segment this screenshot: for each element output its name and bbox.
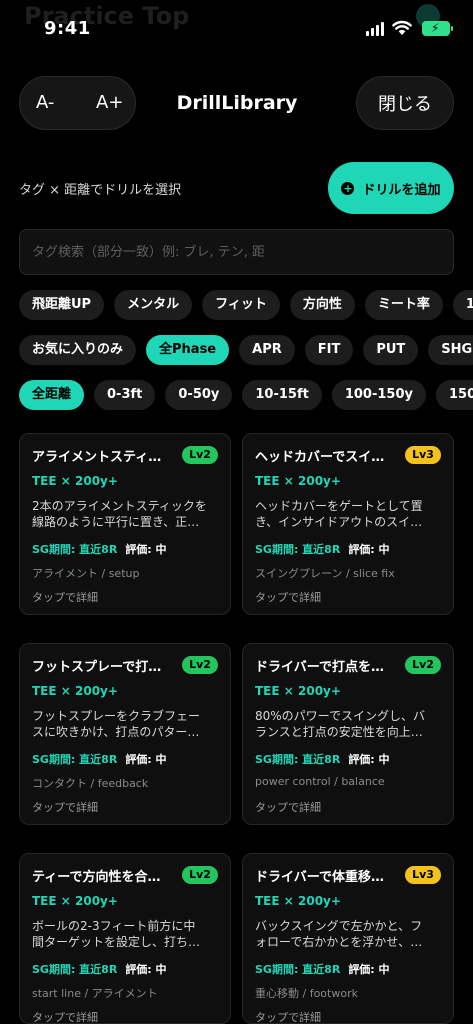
rating: 評価: 中 [125,963,167,976]
chip-distance[interactable]: 100-150y [331,380,426,410]
drill-tags: power control / balance [255,775,385,788]
chip-distance[interactable]: 0-3ft [94,380,156,410]
battery-charging-icon: ⚡ [422,21,453,36]
subtitle: タグ × 距離でドリルを選択 [19,183,182,198]
drill-title: ティーで方向性を合… [32,870,161,885]
drill-description: バックスイングで左かかと、フ ォローで右かかとを浮かせ、… [255,919,423,949]
level-badge: Lv2 [182,446,218,464]
drill-description: 2本のアライメントスティックを 線路のように平行に置き、正… [32,499,207,529]
chip-phase[interactable]: APR [239,335,295,365]
level-badge: Lv3 [405,446,441,464]
drill-tags: start line / アライメント [32,987,158,1000]
chip-phase[interactable]: PUT [363,335,419,365]
drill-card[interactable]: ドライバーで体重移… Lv3 TEE × 200y+ バックスイングで左かかと、… [242,853,454,1024]
drill-title: ドライバーで体重移… [255,870,384,885]
chip-favorites-only[interactable]: お気に入りのみ [19,335,137,365]
drill-title: フットスプレーで打… [32,660,162,675]
drill-card[interactable]: ドライバーで打点を… Lv2 TEE × 200y+ 80%のパワーでスイングし… [242,643,454,825]
tap-for-details: タップで詳細 [255,591,321,604]
drill-tee: TEE × 200y+ [32,474,118,488]
sg-period: SG期間: 直近8R [32,543,118,556]
tag-filter-row: 飛距離UP メンタル フィット 方向性 ミート率 1 [19,290,473,322]
add-drill-label: ドリルを追加 [362,182,441,198]
chip-phase[interactable]: FIT [304,335,354,365]
drill-tee: TEE × 200y+ [255,684,341,698]
tag-search-input[interactable] [19,229,454,275]
drill-title: ドライバーで打点を… [255,660,384,675]
cellular-signal-icon [366,22,384,36]
drill-tee: TEE × 200y+ [255,474,341,488]
chip-tag[interactable]: 方向性 [289,290,355,320]
chip-tag[interactable]: フィット [202,290,280,320]
tap-for-details: タップで詳細 [32,801,98,814]
drill-card[interactable]: フットスプレーで打… Lv2 TEE × 200y+ フットスプレーをクラブフェ… [19,643,231,825]
status-time: 9:41 [44,18,91,39]
distance-filter-row: 全距離 0-3ft 0-50y 10-15ft 100-150y 150- [19,380,473,412]
drill-tee: TEE × 200y+ [32,894,118,908]
drill-tee: TEE × 200y+ [255,894,341,908]
chip-tag[interactable]: メンタル [114,290,193,320]
drill-tags: コンタクト / feedback [32,777,149,790]
chip-phase[interactable]: SHG [428,335,473,365]
rating: 評価: 中 [348,963,390,976]
font-decrease-button[interactable]: A- [36,92,54,113]
level-badge: Lv2 [182,656,218,674]
drill-title: アライメントスティ… [32,450,162,465]
font-increase-button[interactable]: A+ [96,92,123,113]
drill-sg-info: SG期間: 直近8R 評価: 中 [255,541,390,557]
sg-period: SG期間: 直近8R [255,753,341,766]
status-bar: Practice Top 9:41 ⚡ [0,0,473,60]
chip-tag[interactable]: 1 [452,290,473,320]
font-size-controls: A- A+ [19,76,136,130]
page-title: DrillLibrary [176,92,298,114]
drill-tags: スイングプレーン / slice fix [255,567,395,580]
sg-period: SG期間: 直近8R [32,963,118,976]
chip-phase-all[interactable]: 全Phase [146,335,230,365]
level-badge: Lv2 [405,656,441,674]
close-button[interactable]: 閉じる [356,76,454,130]
tap-for-details: タップで詳細 [32,1011,98,1024]
wifi-icon [392,20,412,35]
chip-distance-all[interactable]: 全距離 [19,380,85,410]
chip-tag[interactable]: ミート率 [364,290,443,320]
drill-tags: 重心移動 / footwork [255,987,358,1000]
drill-card[interactable]: ティーで方向性を合… Lv2 TEE × 200y+ ボールの2-3フィート前方… [19,853,231,1024]
chip-distance[interactable]: 10-15ft [242,380,322,410]
chip-distance[interactable]: 150- [436,380,473,410]
tap-for-details: タップで詳細 [255,801,321,814]
drill-sg-info: SG期間: 直近8R 評価: 中 [32,541,167,557]
drill-sg-info: SG期間: 直近8R 評価: 中 [32,961,167,977]
drill-title: ヘッドカバーでスイ… [255,450,385,465]
rating: 評価: 中 [348,753,390,766]
sg-period: SG期間: 直近8R [255,963,341,976]
drill-card[interactable]: ヘッドカバーでスイ… Lv3 TEE × 200y+ ヘッドカバーをゲートとして… [242,433,454,615]
sg-period: SG期間: 直近8R [255,543,341,556]
chip-tag[interactable]: 飛距離UP [19,290,105,320]
drill-tee: TEE × 200y+ [32,684,118,698]
rating: 評価: 中 [125,543,167,556]
chip-distance[interactable]: 0-50y [165,380,233,410]
drill-sg-info: SG期間: 直近8R 評価: 中 [32,751,167,767]
drill-description: フットスプレーをクラブフェー スに吹きかけ、打点のパター… [32,709,201,739]
rating: 評価: 中 [125,753,167,766]
rating: 評価: 中 [348,543,390,556]
level-badge: Lv3 [405,866,441,884]
drill-sg-info: SG期間: 直近8R 評価: 中 [255,751,390,767]
tap-for-details: タップで詳細 [255,1011,321,1024]
drill-description: 80%のパワーでスイングし、バ ランスと打点の安定性を向上… [255,709,425,739]
tap-for-details: タップで詳細 [32,591,98,604]
plus-circle-icon: + [341,181,355,195]
phase-filter-row: お気に入りのみ 全Phase APR FIT PUT SHG [19,335,473,367]
drill-sg-info: SG期間: 直近8R 評価: 中 [255,961,390,977]
add-drill-button[interactable]: + ドリルを追加 [328,162,454,214]
drill-description: ボールの2-3フィート前方に中 間ターゲットを設定し、打ち… [32,919,201,949]
drill-tags: アライメント / setup [32,567,140,580]
drill-card[interactable]: アライメントスティ… Lv2 TEE × 200y+ 2本のアライメントスティッ… [19,433,231,615]
sg-period: SG期間: 直近8R [32,753,118,766]
drill-description: ヘッドカバーをゲートとして置 き、インサイドアウトのスイ… [255,499,423,529]
level-badge: Lv2 [182,866,218,884]
